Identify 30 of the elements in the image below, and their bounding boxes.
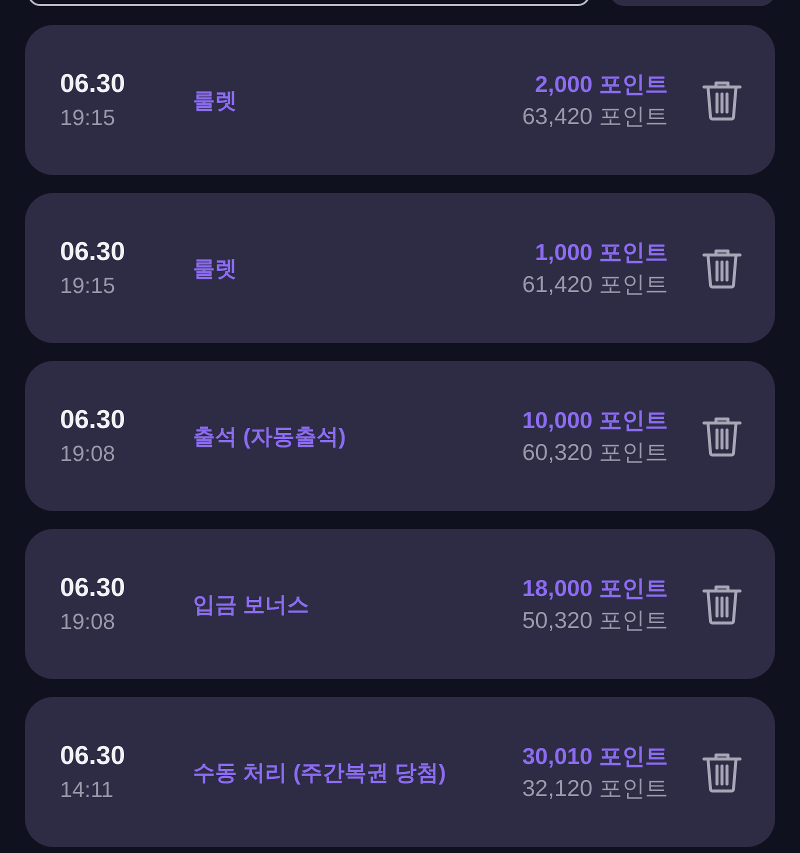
entry-title: 룰렛 [193, 86, 237, 114]
date-text: 06.30 [60, 236, 126, 266]
points-amount: 1,000 포인트 [535, 238, 668, 266]
entry-title: 출석 (자동출석) [193, 422, 346, 451]
date-text: 06.30 [60, 572, 126, 602]
time-text: 19:15 [60, 104, 116, 132]
points-balance: 63,420 포인트 [522, 102, 668, 130]
time-text: 14:11 [60, 776, 114, 804]
points-balance: 61,420 포인트 [522, 270, 668, 298]
points-amount: 2,000 포인트 [535, 70, 668, 98]
points-amount: 10,000 포인트 [522, 406, 668, 434]
points-balance: 50,320 포인트 [522, 606, 668, 634]
date-text: 06.30 [60, 404, 126, 434]
trash-icon[interactable] [702, 583, 742, 625]
entry-title: 룰렛 [193, 254, 237, 282]
trash-icon[interactable] [702, 751, 742, 793]
points-balance: 32,120 포인트 [522, 774, 668, 802]
time-text: 19:15 [60, 272, 116, 300]
trash-icon[interactable] [702, 79, 742, 121]
entry-title: 입금 보너스 [193, 590, 310, 618]
points-amount: 18,000 포인트 [522, 574, 668, 602]
entry-title: 수동 처리 (주간복권 당첨) [193, 758, 446, 787]
points-balance: 60,320 포인트 [522, 438, 668, 466]
trash-icon[interactable] [702, 415, 742, 457]
time-text: 19:08 [60, 608, 116, 636]
date-text: 06.30 [60, 740, 126, 770]
points-amount: 30,010 포인트 [522, 742, 668, 770]
date-text: 06.30 [60, 68, 126, 98]
trash-icon[interactable] [702, 247, 742, 289]
time-text: 19:08 [60, 440, 116, 468]
